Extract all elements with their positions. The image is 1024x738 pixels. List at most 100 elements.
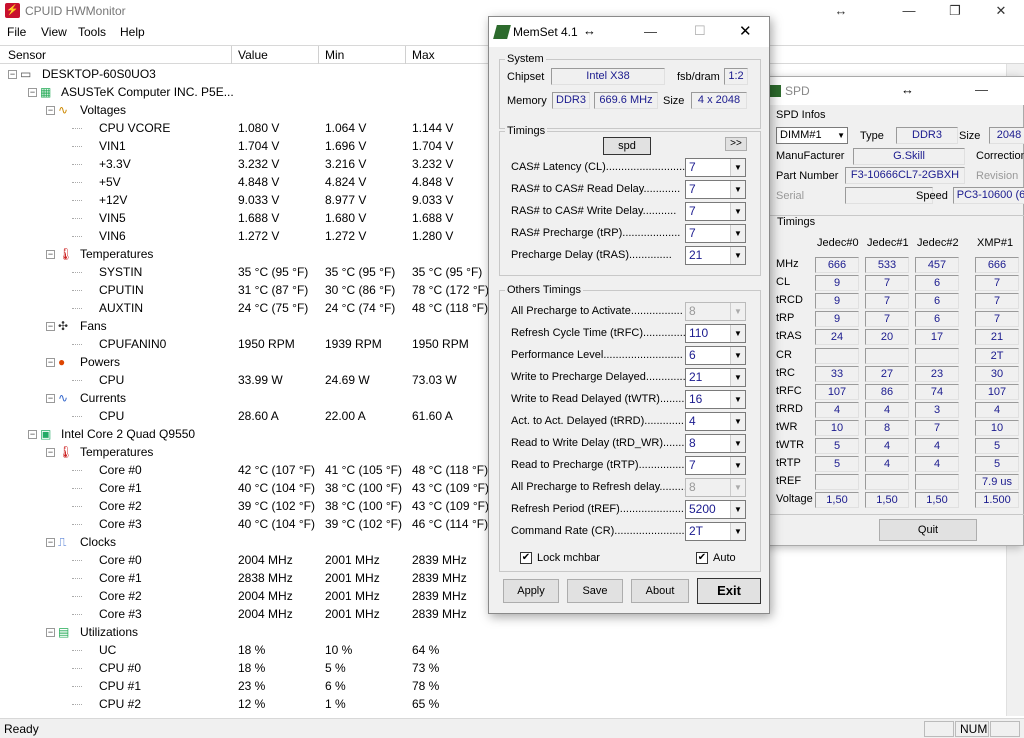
chevron-down-icon: ▼	[730, 501, 745, 518]
timing-select[interactable]: 21 ▼	[685, 368, 746, 387]
column-separator[interactable]	[405, 46, 406, 64]
auto-checkbox[interactable]: ✔	[696, 552, 708, 564]
sensor-value: 39 °C (102 °F)	[238, 499, 315, 513]
status-cell	[924, 721, 954, 737]
memset-window: MemSet 4.1 ↔ — ☐ ✕ System Chipset Intel …	[488, 16, 770, 614]
timing-select[interactable]: 110 ▼	[685, 324, 746, 343]
spd-cell: 8	[865, 419, 909, 436]
motherboard-icon: ▦	[40, 85, 52, 99]
sensor-value: 40 °C (104 °F)	[238, 481, 315, 495]
collapse-icon[interactable]: −	[46, 250, 55, 259]
timing-select[interactable]: 7 ▼	[685, 202, 746, 221]
column-separator[interactable]	[318, 46, 319, 64]
tree-connector	[72, 704, 82, 705]
sensor-row[interactable]: CPU #2 12 % 1 % 65 %	[0, 695, 1006, 713]
timing-select[interactable]: 7 ▼	[685, 180, 746, 199]
spd-cell: 6	[915, 275, 959, 292]
collapse-icon[interactable]: −	[46, 538, 55, 547]
sensor-label: +5V	[99, 175, 121, 189]
collapse-icon[interactable]: −	[46, 322, 55, 331]
apply-button[interactable]: Apply	[503, 579, 559, 603]
spd-revision-label: Revision	[976, 170, 1019, 182]
sensor-value: 1.272 V	[238, 229, 280, 243]
spd-cell: 107	[975, 383, 1019, 400]
collapse-icon[interactable]: −	[46, 106, 55, 115]
maximize-button[interactable]: ❐	[932, 0, 978, 22]
close-button[interactable]: ✕	[739, 22, 752, 40]
sensor-row[interactable]: UC 18 % 10 % 64 %	[0, 641, 1006, 659]
timing-select-value: 6	[689, 348, 696, 362]
timing-select[interactable]: 6 ▼	[685, 346, 746, 365]
chevron-down-icon: ▼	[730, 391, 745, 408]
spd-cell: 7	[865, 293, 909, 310]
sensor-max: 35 °C (95 °F)	[412, 265, 483, 279]
spd-window: SPD ↔ — SPD Infos DIMM#1 ▼ Type DDR3 Siz…	[762, 76, 1024, 546]
column-value[interactable]: Value	[238, 48, 268, 62]
collapse-icon[interactable]: −	[28, 430, 37, 439]
timing-select[interactable]: 5200 ▼	[685, 500, 746, 519]
move-arrows-icon[interactable]: ↔	[818, 0, 864, 22]
status-num: NUM	[955, 721, 989, 737]
sensor-label: CPU #2	[99, 697, 142, 711]
timing-select-value: 8	[689, 436, 696, 450]
timing-select[interactable]: 7 ▼	[685, 158, 746, 177]
timing-select[interactable]: 7 ▼	[685, 224, 746, 243]
timing-label: Read to Write Delay (tRD_WR).........	[511, 437, 691, 449]
timing-label: Refresh Cycle Time (tRFC)...............	[511, 327, 689, 339]
spd-cell: 107	[815, 383, 859, 400]
spd-button[interactable]: spd	[603, 137, 651, 155]
chevron-down-icon: ▼	[837, 131, 845, 140]
more-button[interactable]: >>	[725, 137, 747, 151]
spd-correction-label: Correction	[976, 150, 1024, 162]
sensor-row[interactable]: CPU #0 18 % 5 % 73 %	[0, 659, 1006, 677]
minimize-button[interactable]: —	[975, 82, 988, 97]
save-button[interactable]: Save	[567, 579, 623, 603]
column-separator[interactable]	[231, 46, 232, 64]
column-sensor[interactable]: Sensor	[8, 48, 46, 62]
dimm-select[interactable]: DIMM#1 ▼	[776, 127, 848, 144]
about-button[interactable]: About	[631, 579, 689, 603]
collapse-icon[interactable]: −	[46, 448, 55, 457]
collapse-icon[interactable]: −	[46, 628, 55, 637]
minimize-button[interactable]: —	[644, 24, 657, 39]
sensor-row[interactable]: CPU #1 23 % 6 % 78 %	[0, 677, 1006, 695]
column-min[interactable]: Min	[325, 48, 344, 62]
timing-label: Read to Precharge (tRTP)...............	[511, 459, 685, 471]
collapse-icon[interactable]: −	[46, 358, 55, 367]
sensor-label: Core #1	[99, 481, 142, 495]
exit-button[interactable]: Exit	[697, 578, 761, 604]
timing-select[interactable]: 4 ▼	[685, 412, 746, 431]
timing-select[interactable]: 7 ▼	[685, 456, 746, 475]
timing-select[interactable]: 21 ▼	[685, 246, 746, 265]
menu-tools[interactable]: Tools	[78, 25, 106, 39]
memory-frequency: 669.6 MHz	[594, 92, 658, 109]
timing-select[interactable]: 8 ▼	[685, 434, 746, 453]
column-max[interactable]: Max	[412, 48, 435, 62]
sensor-max: 78 °C (172 °F)	[412, 283, 489, 297]
sensor-min: 1939 RPM	[325, 337, 382, 351]
move-arrows-icon[interactable]: ↔	[583, 23, 596, 38]
collapse-icon[interactable]: −	[8, 70, 17, 79]
spd-cell: 4	[865, 438, 909, 454]
timing-select[interactable]: 16 ▼	[685, 390, 746, 409]
menu-file[interactable]: File	[7, 25, 26, 39]
maximize-button[interactable]: ☐	[694, 23, 706, 39]
sensor-label: CPU VCORE	[99, 121, 171, 135]
lock-mchbar-checkbox[interactable]: ✔	[520, 552, 532, 564]
timing-select[interactable]: 2T ▼	[685, 522, 746, 541]
collapse-icon[interactable]: −	[28, 88, 37, 97]
minimize-button[interactable]: —	[886, 0, 932, 22]
close-button[interactable]: ✕	[978, 0, 1024, 22]
sensor-value: 1.080 V	[238, 121, 280, 135]
quit-button[interactable]: Quit	[879, 519, 977, 541]
tree-node[interactable]: − ▤ Utilizations	[0, 623, 1006, 641]
timing-label: Write to Read Delayed (tWTR)..........	[511, 393, 691, 405]
chevron-down-icon: ▼	[730, 457, 745, 474]
menu-view[interactable]: View	[41, 25, 67, 39]
timing-label: Write to Precharge Delayed..............	[511, 371, 689, 383]
collapse-icon[interactable]: −	[46, 394, 55, 403]
menu-help[interactable]: Help	[120, 25, 145, 39]
tree-connector	[72, 164, 82, 165]
move-arrows-icon[interactable]: ↔	[901, 82, 914, 97]
temperature-icon: 🌡	[58, 247, 74, 261]
